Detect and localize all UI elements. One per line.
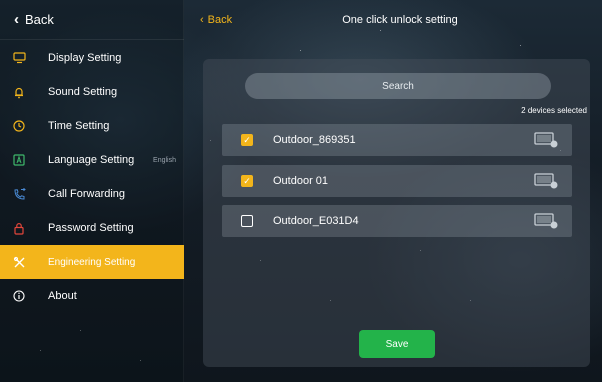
sidebar-item-label: Display Setting: [48, 52, 122, 64]
save-button[interactable]: Save: [359, 330, 435, 358]
sidebar-item-language-setting[interactable]: Language Setting English: [0, 143, 184, 177]
device-name: Outdoor_E031D4: [273, 215, 359, 227]
monitor-icon: [12, 51, 26, 65]
sidebar-item-label: Time Setting: [48, 120, 110, 132]
header-back-label: Back: [207, 14, 233, 26]
current-language-value: English: [153, 156, 176, 164]
device-checkbox[interactable]: [241, 215, 253, 227]
sidebar-back-button[interactable]: ‹ Back: [0, 0, 184, 40]
sidebar-item-label: Sound Setting: [48, 86, 118, 98]
device-checkbox[interactable]: ✓: [241, 134, 253, 146]
language-icon: [12, 153, 26, 167]
header-back-button[interactable]: ‹ Back: [200, 14, 232, 26]
sidebar-item-label: Call Forwarding: [48, 188, 126, 200]
sidebar-item-about[interactable]: About: [0, 279, 184, 313]
sidebar-item-engineering-setting[interactable]: Engineering Setting: [0, 245, 184, 279]
outdoor-station-icon: [534, 213, 558, 229]
sidebar-back-label: Back: [25, 12, 54, 27]
sidebar-item-label: Engineering Setting: [48, 256, 136, 268]
bell-icon: [12, 85, 26, 99]
outdoor-station-icon: [534, 173, 558, 189]
sidebar-item-display-setting[interactable]: Display Setting: [0, 41, 184, 75]
sidebar-item-sound-setting[interactable]: Sound Setting: [0, 75, 184, 109]
info-icon: [12, 289, 26, 303]
sidebar-item-time-setting[interactable]: Time Setting: [0, 109, 184, 143]
page-title: One click unlock setting: [342, 14, 458, 26]
device-name: Outdoor_869351: [273, 134, 356, 146]
chevron-left-icon: ‹: [200, 14, 204, 26]
device-name: Outdoor 01: [273, 175, 329, 187]
device-row-2[interactable]: Outdoor_E031D4: [222, 205, 572, 237]
chevron-left-icon: ‹: [14, 11, 19, 28]
device-row-0[interactable]: ✓ Outdoor_869351: [222, 124, 572, 156]
sidebar-item-label: About: [48, 290, 77, 302]
settings-sidebar: ‹ Back Display Setting Sound Setting Tim…: [0, 0, 184, 382]
device-checkbox[interactable]: ✓: [241, 175, 253, 187]
selected-count-label: 2 devices selected: [521, 106, 587, 115]
sidebar-item-password-setting[interactable]: Password Setting: [0, 211, 184, 245]
tools-icon: [12, 255, 26, 269]
sidebar-item-label: Language Setting: [48, 154, 135, 166]
call-forward-icon: [12, 187, 26, 201]
lock-icon: [12, 221, 26, 235]
device-row-1[interactable]: ✓ Outdoor 01: [222, 165, 572, 197]
sidebar-item-label: Password Setting: [48, 222, 134, 234]
sidebar-item-call-forwarding[interactable]: Call Forwarding: [0, 177, 184, 211]
clock-icon: [12, 119, 26, 133]
search-input[interactable]: Search: [245, 73, 551, 99]
outdoor-station-icon: [534, 132, 558, 148]
